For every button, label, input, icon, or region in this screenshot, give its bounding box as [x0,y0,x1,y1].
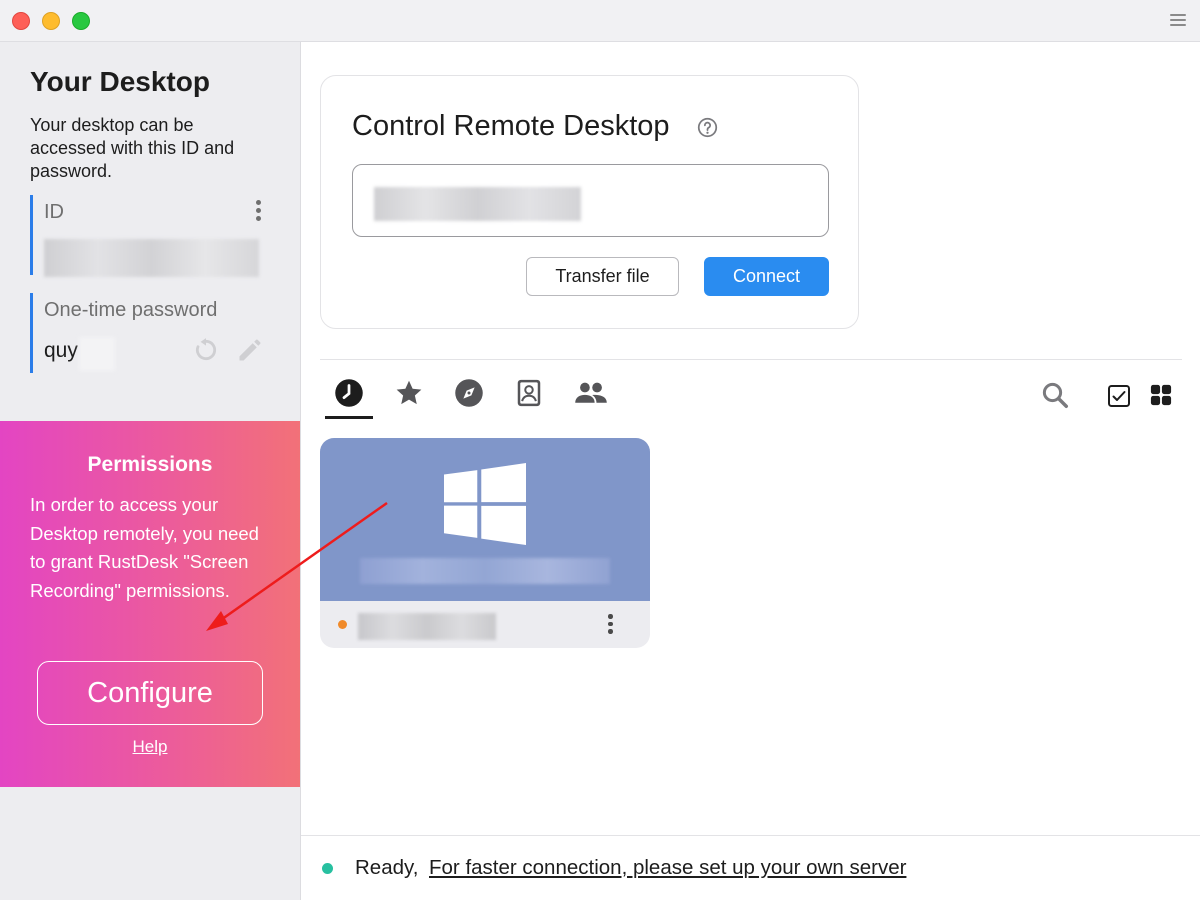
status-bar: Ready, For faster connection, please set… [301,835,1200,900]
tab-group[interactable] [565,375,613,419]
sidebar-description: Your desktop can be accessed with this I… [30,115,235,181]
main-area: Control Remote Desktop Transfer file Con… [301,42,1200,900]
peer-card[interactable] [320,438,650,648]
id-more-options-icon[interactable] [256,200,262,222]
sidebar: Your Desktop Your desktop can be accesse… [0,42,301,900]
tab-discovered[interactable] [445,375,493,419]
control-remote-card: Control Remote Desktop Transfer file Con… [320,75,859,329]
permissions-description: In order to access your Desktop remotely… [30,494,259,601]
status-ready-text: Ready, [355,856,419,879]
checkbox-select-icon[interactable] [1107,384,1131,408]
permissions-title: Permissions [87,453,213,476]
close-window-button[interactable] [12,12,30,30]
address-book-icon [517,379,541,407]
people-icon [575,382,607,403]
tab-address-book[interactable] [505,375,553,419]
help-link[interactable]: Help [0,737,300,757]
configure-button[interactable]: Configure [37,661,263,725]
password-label: One-time password [44,299,218,321]
id-value-redacted [44,239,259,277]
password-value: quy [44,339,78,362]
sidebar-title: Your Desktop [30,66,210,97]
compass-icon [455,379,483,407]
peer-id-redacted [358,613,496,640]
tab-recent[interactable] [325,375,373,419]
edit-password-icon[interactable] [236,336,264,364]
zoom-window-button[interactable] [72,12,90,30]
id-field: ID [30,195,270,277]
section-divider [320,359,1182,360]
connect-button[interactable]: Connect [704,257,829,296]
remote-id-input[interactable] [352,164,829,237]
status-ready-dot [322,863,333,874]
peer-name-redacted [360,558,610,584]
setup-server-link[interactable]: For faster connection, please set up you… [429,856,906,880]
search-icon[interactable] [1040,380,1070,410]
grid-view-icon[interactable] [1150,384,1172,406]
id-label: ID [44,201,64,223]
hamburger-menu-icon[interactable] [1170,14,1186,28]
title-bar [0,0,1200,42]
remote-id-value-redacted [374,187,581,221]
peer-status-dot [338,620,347,629]
peer-card-header [320,438,650,601]
password-value-redacted [79,337,115,371]
peer-more-options-icon[interactable] [608,614,614,636]
question-help-icon[interactable] [697,117,718,138]
minimize-window-button[interactable] [42,12,60,30]
refresh-password-icon[interactable] [193,337,219,363]
control-remote-title: Control Remote Desktop [352,110,670,142]
password-field: One-time password quy [30,293,270,373]
permissions-panel: Permissions In order to access your Desk… [0,421,300,787]
tab-favorites[interactable] [385,375,433,419]
windows-logo-icon [444,463,526,545]
transfer-file-button[interactable]: Transfer file [526,257,679,296]
star-icon [396,380,422,405]
clock-icon [335,379,363,407]
